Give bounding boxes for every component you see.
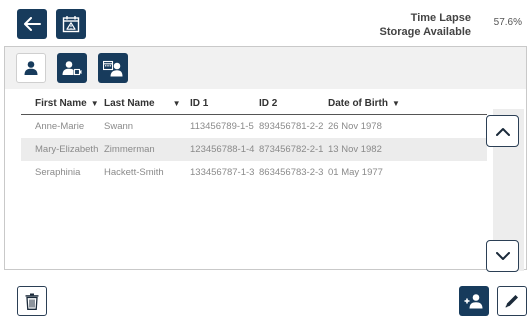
cell-id2: 863456783-2-3 — [259, 167, 324, 178]
cell-first-name: Seraphinia — [35, 167, 81, 178]
footer-toolbar — [0, 270, 531, 334]
delete-button[interactable] — [17, 286, 47, 316]
cell-first-name: Mary-Elizabeth — [35, 144, 99, 155]
person-icon — [24, 61, 38, 75]
cell-last-name: Hackett-Smith — [104, 167, 164, 178]
scroll-up-button[interactable] — [486, 115, 519, 147]
tab-patient-schedule[interactable] — [98, 53, 128, 83]
storage-label-line1: Time Lapse — [410, 12, 471, 24]
storage-label-line2: Storage Available — [379, 26, 472, 38]
back-button[interactable] — [17, 9, 47, 39]
trash-icon — [25, 293, 39, 310]
chevron-up-icon — [495, 127, 510, 136]
calendar-person-icon — [103, 60, 123, 76]
cell-date-of-birth: 01 May 1977 — [328, 167, 383, 178]
storage-value: 57.6% — [493, 17, 522, 28]
pencil-icon — [505, 295, 518, 308]
tab-patient-camera[interactable] — [57, 53, 87, 83]
cell-last-name: Swann — [104, 121, 134, 132]
cell-first-name: Anne-Marie — [35, 121, 85, 132]
cell-id1: 133456787-1-3 — [190, 167, 255, 178]
column-header-id1[interactable]: ID 1 — [176, 98, 245, 109]
cell-id1: 123456788-1-4 — [190, 144, 255, 155]
add-user-icon — [464, 294, 483, 309]
scroll-down-button[interactable] — [486, 240, 519, 272]
chevron-down-icon — [495, 251, 510, 260]
column-header-id2[interactable]: ID 2 — [245, 98, 314, 109]
cell-date-of-birth: 13 Nov 1982 — [328, 144, 382, 155]
cell-id2: 873456782-2-1 — [259, 144, 324, 155]
tab-bar — [5, 47, 526, 89]
person-camera-icon — [62, 61, 82, 76]
table-header: First Name ▼ Last Name ▼ ID 1 ID 2 Date of… — [21, 93, 487, 115]
edit-button[interactable] — [497, 286, 527, 316]
header-bar: Time Lapse Storage Available 57.6% — [0, 0, 531, 46]
cell-id2: 893456781-2-2 — [259, 121, 324, 132]
tab-patients[interactable] — [16, 53, 46, 83]
calendar-alert-button[interactable] — [56, 9, 86, 39]
cell-id1: 113456789-1-5 — [190, 121, 254, 132]
column-header-last-name[interactable]: Last Name ▼ — [90, 98, 181, 109]
calendar-warning-icon — [62, 16, 80, 33]
column-header-date-of-birth[interactable]: Date of Birth ▼ — [314, 98, 487, 109]
add-patient-button[interactable] — [459, 286, 489, 316]
table-row[interactable]: Mary-Elizabeth Zimmerman 123456788-1-4 8… — [21, 138, 487, 161]
table-row[interactable]: Seraphinia Hackett-Smith 133456787-1-3 8… — [21, 161, 487, 184]
arrow-left-icon — [24, 17, 41, 31]
table-row[interactable]: Anne-Marie Swann 113456789-1-5 893456781… — [21, 115, 487, 138]
patient-table: First Name ▼ Last Name ▼ ID 1 ID 2 Date of… — [21, 93, 487, 184]
cell-last-name: Zimmerman — [104, 144, 155, 155]
column-header-first-name[interactable]: First Name ▼ — [21, 98, 99, 109]
chevron-down-icon: ▼ — [392, 99, 400, 108]
patient-list-panel: First Name ▼ Last Name ▼ ID 1 ID 2 Date of… — [4, 46, 527, 272]
cell-date-of-birth: 26 Nov 1978 — [328, 121, 382, 132]
storage-label: Time Lapse Storage Available — [380, 11, 472, 39]
